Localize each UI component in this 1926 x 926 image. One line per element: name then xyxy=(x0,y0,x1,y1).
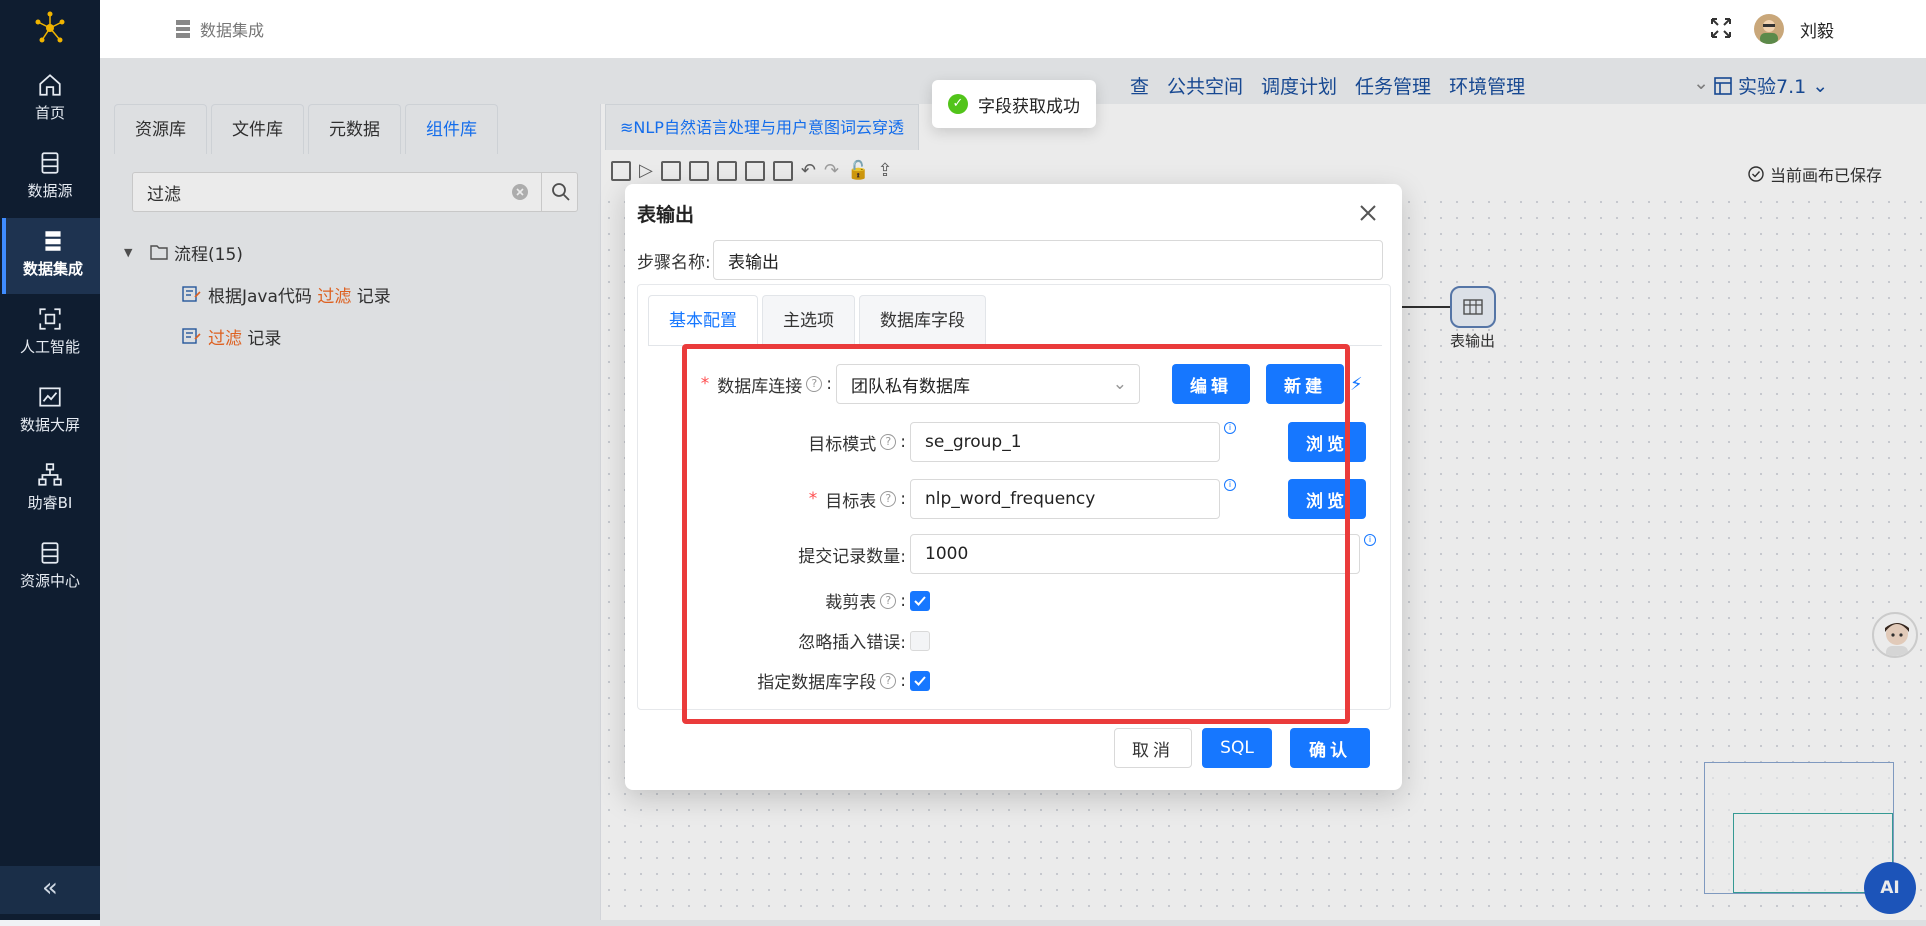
target-schema-row: 目标模式 ?: se_group_1 i 浏览 xyxy=(692,422,1366,462)
nav-item-datasource[interactable]: 数据源 xyxy=(0,140,100,216)
org-chart-icon xyxy=(38,463,62,486)
home-icon xyxy=(39,74,61,96)
nav-item-label: 首页 xyxy=(34,104,65,122)
tab-db-fields[interactable]: 数据库字段 xyxy=(859,295,986,345)
resource-icon xyxy=(41,542,59,564)
left-nav: 首页 数据源 数据集成 人工智能 数据大屏 助睿BI 资源中心 « xyxy=(0,0,100,920)
help-icon: ? xyxy=(806,376,823,392)
nav-item-label: 数据源 xyxy=(27,182,73,200)
browse-table-button[interactable]: 浏览 xyxy=(1288,479,1366,519)
server-icon xyxy=(176,20,190,38)
target-schema-label: 目标模式 ?: xyxy=(808,432,906,455)
chevron-down-icon: ⌄ xyxy=(1112,374,1127,394)
help-icon: ? xyxy=(880,672,897,689)
browse-schema-button[interactable]: 浏览 xyxy=(1288,422,1366,462)
truncate-label: 裁剪表 ?: xyxy=(825,590,906,614)
tab-main-options[interactable]: 主选项 xyxy=(762,295,855,345)
nav-item-home[interactable]: 首页 xyxy=(0,62,100,138)
nav-item-label: 助睿BI xyxy=(27,494,73,512)
nav-item-label: 数据集成 xyxy=(22,260,83,278)
nav-item-label: 数据大屏 xyxy=(19,416,80,434)
ignore-errors-label: 忽略插入错误: xyxy=(798,633,906,653)
avatar[interactable] xyxy=(1754,14,1784,44)
info-icon: i xyxy=(1364,534,1376,546)
fullscreen-icon[interactable] xyxy=(1710,17,1732,39)
close-icon[interactable] xyxy=(1355,200,1381,226)
nav-item-label: 人工智能 xyxy=(19,338,80,356)
sql-button[interactable]: SQL xyxy=(1202,728,1272,768)
top-bar: 数据集成 刘毅 xyxy=(100,0,1926,58)
info-icon: i xyxy=(1224,479,1236,491)
new-connection-button[interactable]: 新建 xyxy=(1266,364,1344,404)
truncate-checkbox[interactable] xyxy=(910,590,930,611)
success-check-icon: ✓ xyxy=(948,94,968,114)
dialog-title: 表输出 xyxy=(637,204,695,226)
check-icon xyxy=(914,595,926,606)
commit-size-input[interactable]: 1000 xyxy=(910,534,1360,574)
target-table-row: * 目标表 ?: nlp_word_frequency i 浏览 xyxy=(692,479,1366,519)
nav-item-resource[interactable]: 资源中心 xyxy=(0,530,100,606)
target-schema-input[interactable]: se_group_1 xyxy=(910,422,1220,462)
nav-item-ai[interactable]: 人工智能 xyxy=(0,296,100,372)
logo-icon xyxy=(35,11,65,43)
target-table-input[interactable]: nlp_word_frequency xyxy=(910,479,1220,519)
nav-item-bi[interactable]: 助睿BI xyxy=(0,452,100,528)
config-tabs: 基本配置 主选项 数据库字段 xyxy=(648,295,986,345)
server-icon xyxy=(45,231,61,251)
specify-fields-checkbox[interactable] xyxy=(910,670,930,691)
help-icon: ? xyxy=(880,491,897,507)
nav-item-data-integration[interactable]: 数据集成 xyxy=(2,218,100,294)
success-toast: ✓ 字段获取成功 xyxy=(932,80,1096,128)
db-connection-row: * 数据库连接 ?: 团队私有数据库 ⌄ 编辑 新建 ⚡ xyxy=(692,364,1363,404)
help-icon: ? xyxy=(880,434,897,450)
chart-line-icon xyxy=(39,387,61,407)
ignore-errors-row: 忽略插入错误: xyxy=(692,628,930,653)
info-icon: i xyxy=(1224,422,1236,434)
db-connection-label: * 数据库连接 ?: xyxy=(700,374,832,397)
truncate-row: 裁剪表 ?: xyxy=(692,588,930,613)
commit-size-label: 提交记录数量: xyxy=(798,546,906,567)
commit-size-row: 提交记录数量: 1000 i xyxy=(692,534,1376,574)
confirm-button[interactable]: 确认 xyxy=(1290,728,1370,768)
ai-scan-icon xyxy=(39,308,61,330)
nav-item-dashboard[interactable]: 数据大屏 xyxy=(0,374,100,450)
check-icon xyxy=(914,675,926,686)
dialog-footer: 取消 SQL 确认 xyxy=(1114,728,1370,768)
step-name-row: 步骤名称: xyxy=(637,240,1383,280)
breadcrumb: 数据集成 xyxy=(176,17,264,41)
target-table-label: * 目标表 ?: xyxy=(808,489,906,512)
step-name-label: 步骤名称: xyxy=(637,252,711,273)
nav-item-label: 资源中心 xyxy=(19,572,80,590)
specify-fields-label: 指定数据库字段 ?: xyxy=(757,670,906,694)
nav-collapse-button[interactable]: « xyxy=(0,866,100,914)
db-connection-select[interactable]: 团队私有数据库 ⌄ xyxy=(836,364,1140,404)
edit-connection-button[interactable]: 编辑 xyxy=(1172,364,1250,404)
step-name-input[interactable] xyxy=(713,240,1383,280)
username[interactable]: 刘毅 xyxy=(1800,17,1834,42)
ignore-errors-checkbox[interactable] xyxy=(910,630,930,651)
specify-fields-row: 指定数据库字段 ?: xyxy=(692,668,930,693)
breadcrumb-label: 数据集成 xyxy=(200,21,265,40)
tab-basic-config[interactable]: 基本配置 xyxy=(648,295,758,345)
toast-text: 字段获取成功 xyxy=(978,96,1080,117)
datasource-icon xyxy=(41,152,59,174)
plug-icon[interactable]: ⚡ xyxy=(1350,374,1363,395)
help-icon: ? xyxy=(880,592,897,609)
cancel-button[interactable]: 取消 xyxy=(1114,728,1192,768)
